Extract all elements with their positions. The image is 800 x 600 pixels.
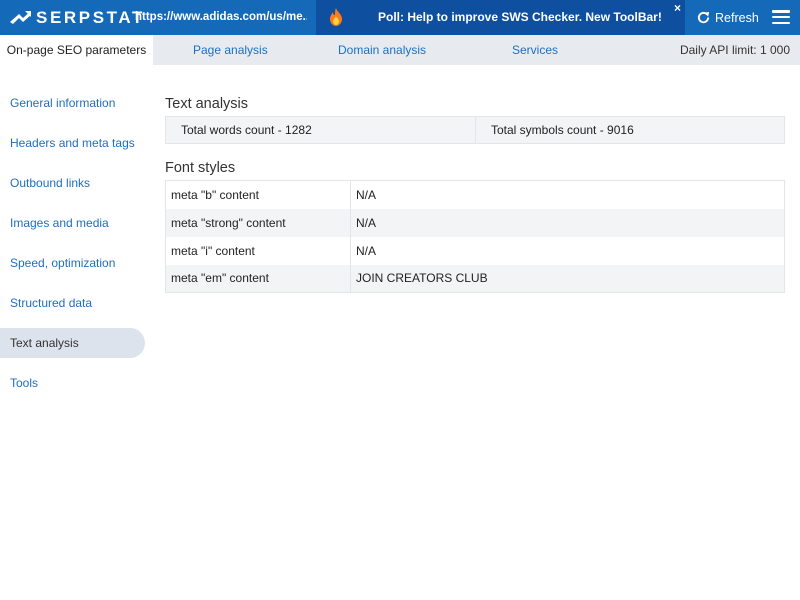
fire-icon [330, 8, 342, 26]
font-style-value: N/A [356, 187, 377, 202]
tab-services[interactable]: Services [512, 35, 558, 65]
font-style-value: JOIN CREATORS CLUB [350, 264, 785, 293]
api-limit: Daily API limit: 1 000 [679, 43, 790, 57]
sidebar-item-tools[interactable]: Tools [0, 368, 145, 398]
table-row: meta "strong" content N/A [165, 208, 785, 237]
sidebar-item-structured-data[interactable]: Structured data [0, 288, 145, 318]
brand-name: SERPSTAT [36, 7, 145, 27]
tab-page-analysis[interactable]: Page analysis [193, 35, 268, 65]
font-styles-table: meta "b" content N/A meta "strong" conte… [165, 180, 785, 293]
table-row: meta "i" content N/A [165, 236, 785, 265]
sidebar-item-images-media[interactable]: Images and media [0, 208, 145, 238]
font-style-value: N/A [350, 208, 785, 237]
poll-text[interactable]: Poll: Help to improve SWS Checker. New T… [378, 0, 662, 35]
text-analysis-title: Text analysis [165, 96, 249, 112]
poll-banner[interactable]: Poll: Help to improve SWS Checker. New T… [316, 0, 685, 35]
table-row: meta "em" content JOIN CREATORS CLUB [165, 264, 785, 293]
sidebar-item-text-analysis[interactable]: Text analysis [0, 328, 145, 358]
main-content: Text analysis Total words count - 1282 T… [165, 95, 785, 293]
sidebar-item-general-information[interactable]: General information [0, 88, 145, 118]
hamburger-menu-icon[interactable] [772, 10, 790, 25]
tab-bar: On-page SEO parameters Page analysis Dom… [0, 35, 800, 65]
current-url: https://www.adidas.com/us/me... [135, 11, 307, 23]
font-style-key: meta "b" content [165, 180, 351, 209]
font-style-key: meta "i" content [165, 236, 351, 265]
total-words-count: Total words count - 1282 [181, 123, 312, 137]
refresh-button[interactable]: Refresh [696, 0, 759, 35]
font-styles-title: Font styles [165, 160, 236, 176]
total-symbols-count: Total symbols count - 9016 [475, 117, 784, 143]
sidebar-item-headers-meta-tags[interactable]: Headers and meta tags [0, 128, 145, 158]
refresh-label: Refresh [715, 10, 759, 25]
serpstat-logo[interactable]: SERPSTAT [10, 0, 145, 35]
top-toolbar: SERPSTAT https://www.adidas.com/us/me...… [0, 0, 800, 35]
sidebar: General information Headers and meta tag… [0, 88, 145, 408]
font-style-value: N/A [356, 243, 377, 258]
sidebar-item-speed-optimization[interactable]: Speed, optimization [0, 248, 145, 278]
sidebar-item-outbound-links[interactable]: Outbound links [0, 168, 145, 198]
refresh-icon [697, 11, 710, 24]
serpstat-logo-icon [10, 10, 31, 24]
close-icon[interactable]: × [674, 1, 681, 15]
font-style-key: meta "em" content [165, 264, 351, 293]
tab-on-page-seo[interactable]: On-page SEO parameters [0, 35, 153, 65]
table-row: meta "b" content N/A [165, 180, 785, 209]
text-stats-table: Total words count - 1282 Total symbols c… [165, 116, 785, 144]
font-style-key: meta "strong" content [165, 208, 351, 237]
tab-domain-analysis[interactable]: Domain analysis [338, 35, 426, 65]
